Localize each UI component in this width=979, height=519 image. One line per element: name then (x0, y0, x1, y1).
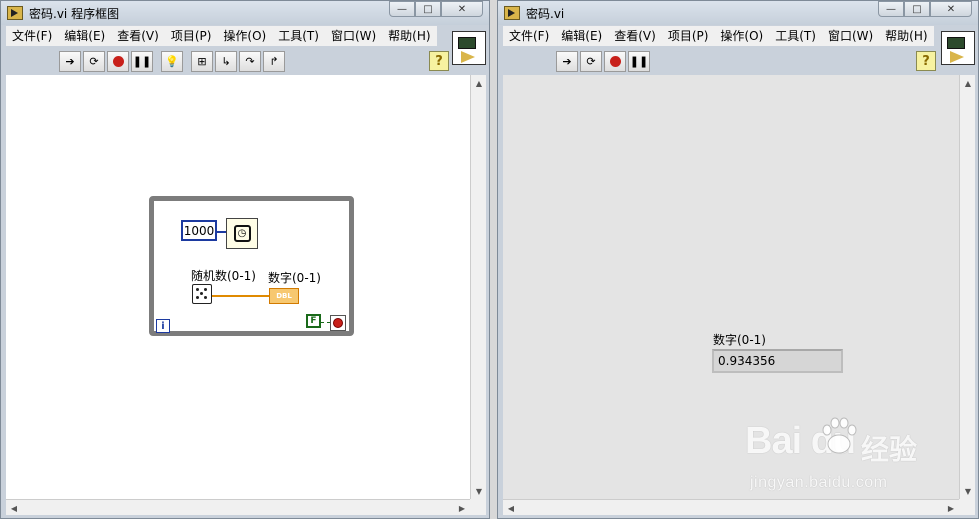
run-arrow-icon[interactable]: ➔ (59, 50, 81, 72)
horizontal-scrollbar[interactable]: ◀ ▶ (6, 499, 470, 515)
scroll-right-icon[interactable]: ▶ (454, 500, 470, 516)
stop-icon (333, 318, 343, 328)
indicator-label[interactable]: 数字(0-1) (268, 269, 321, 286)
scroll-down-icon[interactable]: ▼ (960, 483, 976, 499)
menu-view[interactable]: 查看(V) (608, 26, 662, 46)
labview-icon (504, 6, 520, 20)
front-panel-window: 密码.vi — □ ✕ 文件(F) 编辑(E) 查看(V) 项目(P) 操作(O… (497, 0, 979, 519)
front-panel-canvas[interactable]: 数字(0-1) 0.934356 (503, 75, 959, 499)
iteration-terminal[interactable]: i (156, 319, 170, 333)
menu-window[interactable]: 窗口(W) (822, 26, 879, 46)
vertical-scrollbar[interactable]: ▲ ▼ (959, 75, 975, 499)
menu-edit[interactable]: 编辑(E) (555, 26, 608, 46)
wait-ms-node[interactable]: ◷ (226, 218, 258, 249)
stop-condition-terminal[interactable] (330, 315, 346, 331)
toolbar: ➔ ⟳ ❚❚ 💡 ⊞ ↳ ↷ ↱ (59, 49, 287, 73)
vi-screen-icon (458, 37, 476, 49)
scroll-corner (959, 499, 975, 515)
step-over-icon[interactable]: ↷ (239, 50, 261, 72)
while-loop[interactable]: 1000 ◷ 随机数(0-1) 数字(0-1) DBL i F (149, 196, 354, 336)
menu-view[interactable]: 查看(V) (111, 26, 165, 46)
step-out-icon[interactable]: ↱ (263, 50, 285, 72)
vertical-scrollbar[interactable]: ▲ ▼ (470, 75, 486, 499)
watch-icon: ◷ (233, 225, 251, 242)
scroll-corner (470, 499, 486, 515)
block-diagram-canvas[interactable]: 1000 ◷ 随机数(0-1) 数字(0-1) DBL i F (6, 75, 470, 499)
menu-file[interactable]: 文件(F) (6, 26, 58, 46)
menu-edit[interactable]: 编辑(E) (58, 26, 111, 46)
scroll-left-icon[interactable]: ◀ (503, 500, 519, 516)
menu-file[interactable]: 文件(F) (503, 26, 555, 46)
title-bar[interactable]: 密码.vi — □ ✕ (498, 1, 978, 25)
menu-bar: 文件(F) 编辑(E) 查看(V) 项目(P) 操作(O) 工具(T) 窗口(W… (6, 26, 437, 46)
vi-arrow-icon (461, 51, 475, 63)
wait-ms-constant[interactable]: 1000 (181, 220, 217, 241)
context-help-button[interactable]: ? (916, 51, 936, 71)
vi-screen-icon (947, 37, 965, 49)
pause-icon[interactable]: ❚❚ (131, 50, 153, 72)
scroll-up-icon[interactable]: ▲ (471, 75, 487, 91)
retain-wire-values-icon[interactable]: ⊞ (191, 50, 213, 72)
block-diagram-window: 密码.vi 程序框图 — □ ✕ 文件(F) 编辑(E) 查看(V) 项目(P)… (0, 0, 490, 519)
run-arrow-icon[interactable]: ➔ (556, 50, 578, 72)
toolbar: ➔ ⟳ ❚❚ (556, 49, 652, 73)
scroll-left-icon[interactable]: ◀ (6, 500, 22, 516)
scroll-up-icon[interactable]: ▲ (960, 75, 976, 91)
menu-project[interactable]: 项目(P) (165, 26, 218, 46)
vi-icon[interactable] (452, 31, 486, 65)
scroll-down-icon[interactable]: ▼ (471, 483, 487, 499)
random-number-dice-icon[interactable] (192, 284, 212, 304)
menu-operate[interactable]: 操作(O) (714, 26, 769, 46)
menu-window[interactable]: 窗口(W) (325, 26, 382, 46)
close-button[interactable]: ✕ (441, 1, 483, 17)
random-number-label[interactable]: 随机数(0-1) (191, 267, 256, 284)
window-controls: — □ ✕ (389, 1, 483, 17)
menu-project[interactable]: 项目(P) (662, 26, 715, 46)
double-wire[interactable] (212, 295, 269, 297)
menu-operate[interactable]: 操作(O) (217, 26, 272, 46)
context-help-button[interactable]: ? (429, 51, 449, 71)
run-continuous-icon[interactable]: ⟳ (83, 50, 105, 72)
labview-icon (7, 6, 23, 20)
scroll-right-icon[interactable]: ▶ (943, 500, 959, 516)
title-bar[interactable]: 密码.vi 程序框图 — □ ✕ (1, 1, 489, 25)
run-continuous-icon[interactable]: ⟳ (580, 50, 602, 72)
pause-icon[interactable]: ❚❚ (628, 50, 650, 72)
vi-arrow-icon (950, 51, 964, 63)
menu-tools[interactable]: 工具(T) (272, 26, 325, 46)
numeric-indicator-label[interactable]: 数字(0-1) (713, 331, 766, 348)
maximize-button[interactable]: □ (415, 1, 441, 17)
menu-tools[interactable]: 工具(T) (769, 26, 822, 46)
vi-icon[interactable] (941, 31, 975, 65)
minimize-button[interactable]: — (389, 1, 415, 17)
window-title: 密码.vi (526, 6, 565, 21)
dbl-indicator-terminal[interactable]: DBL (269, 288, 299, 304)
highlight-execution-icon[interactable]: 💡 (161, 50, 183, 72)
abort-icon[interactable] (604, 50, 626, 72)
menu-help[interactable]: 帮助(H) (382, 26, 436, 46)
window-controls: — □ ✕ (878, 1, 972, 17)
step-into-icon[interactable]: ↳ (215, 50, 237, 72)
horizontal-scrollbar[interactable]: ◀ ▶ (503, 499, 959, 515)
minimize-button[interactable]: — (878, 1, 904, 17)
maximize-button[interactable]: □ (904, 1, 930, 17)
close-button[interactable]: ✕ (930, 1, 972, 17)
false-constant[interactable]: F (306, 314, 321, 328)
menu-help[interactable]: 帮助(H) (879, 26, 933, 46)
window-title: 密码.vi 程序框图 (29, 6, 120, 21)
menu-bar: 文件(F) 编辑(E) 查看(V) 项目(P) 操作(O) 工具(T) 窗口(W… (503, 26, 934, 46)
abort-icon[interactable] (107, 50, 129, 72)
boolean-wire[interactable] (321, 322, 330, 323)
numeric-indicator[interactable]: 0.934356 (712, 349, 843, 373)
integer-wire[interactable] (217, 231, 226, 233)
